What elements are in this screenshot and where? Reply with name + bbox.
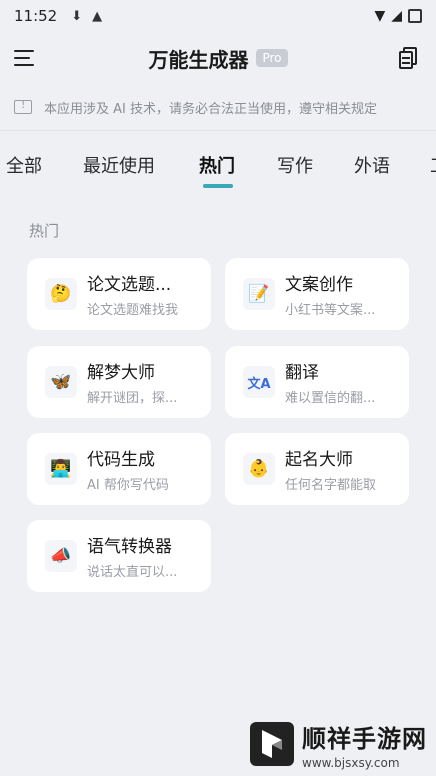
card-title: 翻译: [285, 363, 319, 383]
card-subtitle: 说话太直可以...: [87, 565, 178, 580]
signal-icon: ◢: [391, 8, 402, 24]
section-label: 热门: [29, 222, 60, 240]
card-title: 语气转换器: [87, 537, 172, 557]
card-thesis-topic[interactable]: 🤔 论文选题... 论文选题难找我: [27, 258, 211, 330]
menu-button[interactable]: [14, 44, 42, 72]
card-title: 文案创作: [285, 275, 353, 295]
card-title: 论文选题...: [87, 275, 172, 295]
tab-tools[interactable]: 工: [430, 152, 436, 178]
status-time: 11:52: [14, 7, 58, 25]
tab-popular[interactable]: 热门: [199, 152, 235, 178]
card-subtitle: 小红书等文案...: [285, 303, 376, 318]
tab-foreign-language[interactable]: 外语: [354, 152, 390, 178]
documents-icon: [399, 47, 417, 69]
tab-writing[interactable]: 写作: [277, 152, 313, 178]
baby-icon: 👶: [243, 453, 275, 485]
technologist-icon: 👨‍💻: [45, 453, 77, 485]
wifi-icon: ▼: [374, 8, 386, 24]
status-bar: 11:52 ⬇ ▲ ▼ ◢: [0, 0, 436, 32]
card-subtitle: 难以置信的翻...: [285, 391, 376, 406]
title-group: 万能生成器 Pro: [148, 44, 288, 73]
history-button[interactable]: [394, 44, 422, 72]
card-title: 代码生成: [87, 450, 155, 470]
memo-icon: 📝: [243, 278, 275, 310]
card-copywriting[interactable]: 📝 文案创作 小红书等文案...: [225, 258, 409, 330]
thinking-face-icon: 🤔: [45, 278, 77, 310]
card-title: 起名大师: [285, 450, 353, 470]
status-indicators: ▼ ◢: [374, 8, 422, 24]
watermark: 顺祥手游网 www.bjsxsy.com: [250, 712, 436, 776]
tab-recent[interactable]: 最近使用: [83, 152, 155, 178]
notice-icon: [14, 98, 32, 114]
card-code-generation[interactable]: 👨‍💻 代码生成 AI 帮你写代码: [27, 433, 211, 505]
card-title: 解梦大师: [87, 363, 155, 383]
watermark-name: 顺祥手游网: [302, 724, 427, 753]
battery-icon: [408, 9, 422, 23]
category-tabs: 全部 最近使用 热门 写作 外语 工: [0, 140, 436, 192]
disclaimer-notice: 本应用涉及 AI 技术，请务必合法正当使用，遵守相关规定: [0, 86, 436, 128]
divider: [0, 130, 436, 131]
watermark-url: www.bjsxsy.com: [302, 755, 400, 770]
menu-icon: [14, 50, 34, 52]
card-subtitle: AI 帮你写代码: [87, 478, 169, 493]
card-subtitle: 任何名字都能取: [285, 478, 377, 493]
card-subtitle: 论文选题难找我: [87, 303, 179, 318]
translate-icon: 文A: [243, 366, 275, 398]
notice-text: 本应用涉及 AI 技术，请务必合法正当使用，遵守相关规定: [44, 101, 377, 117]
active-tab-indicator: [203, 184, 233, 188]
pro-badge[interactable]: Pro: [256, 49, 288, 67]
card-subtitle: 解开谜团，探...: [87, 391, 178, 406]
app-title: 万能生成器: [148, 47, 249, 72]
download-icon: ⬇: [71, 8, 83, 24]
watermark-logo-icon: [250, 722, 294, 766]
megaphone-icon: 📣: [45, 540, 77, 572]
card-tone-converter[interactable]: 📣 语气转换器 说话太直可以...: [27, 520, 211, 592]
card-dream-interpretation[interactable]: 🦋 解梦大师 解开谜团，探...: [27, 346, 211, 418]
app-notification-icon: ▲: [92, 8, 103, 24]
card-naming-master[interactable]: 👶 起名大师 任何名字都能取: [225, 433, 409, 505]
app-header: 万能生成器 Pro: [0, 34, 436, 82]
card-translate[interactable]: 文A 翻译 难以置信的翻...: [225, 346, 409, 418]
butterfly-icon: 🦋: [45, 366, 77, 398]
tab-all[interactable]: 全部: [6, 152, 42, 178]
